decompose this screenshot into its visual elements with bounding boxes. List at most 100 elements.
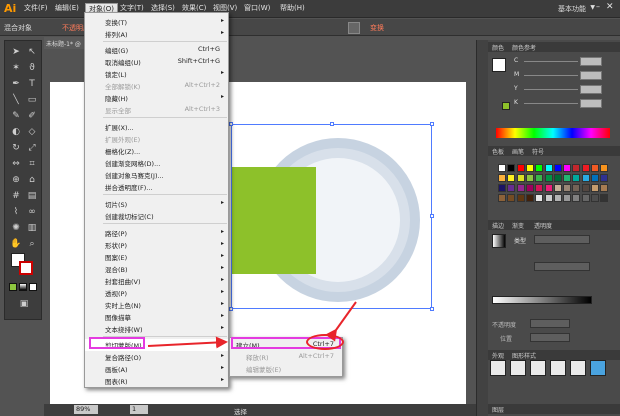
color-swatch[interactable]: [572, 184, 581, 192]
graph-tool-icon[interactable]: ▥: [25, 221, 39, 235]
menu-item-gradient-mesh[interactable]: 创建渐变网格(D)...: [85, 157, 228, 169]
graphic-style-thumb[interactable]: [530, 360, 546, 376]
menu-item-rasterize[interactable]: 栅格化(Z)...: [85, 145, 228, 157]
opacity-field[interactable]: [530, 319, 570, 328]
color-swatch[interactable]: [535, 174, 544, 182]
width-tool-icon[interactable]: ⇔: [9, 157, 23, 171]
magic-wand-tool-icon[interactable]: ✶: [9, 61, 23, 75]
menu-item-artboards[interactable]: 画板(A) ▸: [85, 363, 228, 375]
menu-file[interactable]: 文件(F): [24, 3, 48, 15]
color-swatch[interactable]: [563, 194, 572, 202]
color-swatch[interactable]: [600, 164, 609, 172]
color-swatch[interactable]: [507, 194, 516, 202]
tab-color-guide[interactable]: 颜色参考: [512, 43, 536, 52]
tab-brushes[interactable]: 画笔: [512, 147, 524, 156]
menu-edit[interactable]: 编辑(E): [55, 3, 79, 15]
tab-transparency[interactable]: 透明度: [534, 221, 552, 230]
scale-tool-icon[interactable]: ⤢: [25, 141, 39, 155]
rectangle-tool-icon[interactable]: ▭: [25, 93, 39, 107]
zoom-tool-icon[interactable]: ⌕: [25, 237, 39, 251]
color-swatch[interactable]: [591, 164, 599, 172]
color-swatch[interactable]: [600, 184, 609, 192]
transform-link[interactable]: 变换: [370, 23, 384, 33]
menu-help[interactable]: 帮助(H): [280, 3, 305, 15]
menu-item-hide[interactable]: 隐藏(H) ▸: [85, 92, 228, 104]
eyedropper-tool-icon[interactable]: ⌇: [9, 205, 23, 219]
color-swatch[interactable]: [544, 164, 553, 172]
color-swatch[interactable]: [544, 184, 553, 192]
gradient-angle-field[interactable]: [534, 262, 590, 271]
menu-item-image-trace[interactable]: 图像描摹 ▸: [85, 311, 228, 323]
gradient-mode-icon[interactable]: [19, 283, 27, 291]
type-tool-icon[interactable]: T: [25, 77, 39, 91]
menu-item-arrange[interactable]: 排列(A) ▸: [85, 28, 228, 40]
color-swatch[interactable]: [525, 184, 534, 192]
direct-selection-tool-icon[interactable]: ↖: [25, 45, 39, 59]
menu-item-trim-marks[interactable]: 创建裁切标记(C): [85, 210, 228, 222]
menu-item-expand[interactable]: 扩展(X)...: [85, 121, 228, 133]
rotate-tool-icon[interactable]: ↻: [9, 141, 23, 155]
artboard-number-field[interactable]: 1: [130, 405, 148, 414]
gradient-slider[interactable]: [492, 296, 592, 304]
menu-item-transform[interactable]: 变换(T) ▸: [85, 16, 228, 28]
color-mode-icon[interactable]: [9, 283, 17, 291]
menu-item-show-all[interactable]: 显示全部 Alt+Ctrl+3: [85, 104, 228, 116]
menu-item-lock[interactable]: 锁定(L) ▸: [85, 68, 228, 80]
shape-builder-tool-icon[interactable]: ⊕: [9, 173, 23, 187]
color-swatch[interactable]: [525, 174, 534, 182]
color-swatch[interactable]: [572, 164, 581, 172]
blend-tool-icon[interactable]: ∞: [25, 205, 39, 219]
menu-item-shape[interactable]: 形状(P) ▸: [85, 239, 228, 251]
slider-m[interactable]: M: [488, 70, 620, 80]
graphic-style-thumb[interactable]: [550, 360, 566, 376]
color-swatch[interactable]: [600, 174, 609, 182]
tab-layers[interactable]: 图层: [492, 405, 504, 414]
color-swatch[interactable]: [516, 184, 525, 192]
menu-item-expand-appearance[interactable]: 扩展外观(E): [85, 133, 228, 145]
color-swatch[interactable]: [498, 194, 506, 202]
color-swatch[interactable]: [498, 174, 506, 182]
color-swatch[interactable]: [507, 184, 516, 192]
menu-item-object-mosaic[interactable]: 创建对象马赛克(J)...: [85, 169, 228, 181]
menu-item-flatten-transparency[interactable]: 拼合透明度(F)...: [85, 181, 228, 193]
tab-color[interactable]: 颜色: [492, 43, 504, 52]
menu-item-blend[interactable]: 混合(B) ▸: [85, 263, 228, 275]
menu-item-slice[interactable]: 切片(S) ▸: [85, 198, 228, 210]
color-swatch[interactable]: [581, 164, 590, 172]
color-swatch[interactable]: [591, 194, 599, 202]
graphic-style-thumb[interactable]: [590, 360, 606, 376]
hand-tool-icon[interactable]: ✋: [9, 237, 23, 251]
menu-item-release-mask[interactable]: 释放(R) Alt+Ctrl+7: [230, 351, 342, 363]
graphic-style-thumb[interactable]: [510, 360, 526, 376]
selection-tool-icon[interactable]: ➤: [9, 45, 23, 59]
color-swatch[interactable]: [498, 184, 506, 192]
chevron-down-icon[interactable]: ▼: [590, 4, 595, 11]
tab-swatches[interactable]: 色板: [492, 147, 504, 156]
gradient-type-select[interactable]: [534, 235, 590, 244]
workspace-switcher[interactable]: 基本功能: [558, 4, 586, 14]
menu-item-group[interactable]: 编组(G) Ctrl+G: [85, 44, 228, 56]
color-swatch[interactable]: [535, 194, 544, 202]
color-swatch[interactable]: [525, 164, 534, 172]
menu-item-compound-path[interactable]: 复合路径(O) ▸: [85, 351, 228, 363]
color-swatch[interactable]: [498, 164, 506, 172]
align-icon[interactable]: [348, 22, 360, 34]
position-field[interactable]: [530, 333, 570, 342]
screen-mode-icon[interactable]: ▣: [17, 297, 31, 311]
perspective-grid-tool-icon[interactable]: ⌂: [25, 173, 39, 187]
slider-y[interactable]: Y: [488, 84, 620, 94]
color-swatch[interactable]: [553, 174, 562, 182]
color-swatch[interactable]: [581, 184, 590, 192]
graphic-style-thumb[interactable]: [490, 360, 506, 376]
tab-appearance[interactable]: 外观: [492, 351, 504, 360]
zoom-field[interactable]: 89%: [74, 405, 98, 414]
tab-graphic-styles[interactable]: 图形样式: [512, 351, 536, 360]
paintbrush-tool-icon[interactable]: ✎: [9, 109, 23, 123]
color-swatch[interactable]: [544, 174, 553, 182]
gradient-tool-icon[interactable]: ▤: [25, 189, 39, 203]
graphic-style-thumb[interactable]: [570, 360, 586, 376]
menu-item-pattern[interactable]: 图案(E) ▸: [85, 251, 228, 263]
free-transform-tool-icon[interactable]: ⌗: [25, 157, 39, 171]
menu-item-graph[interactable]: 图表(R) ▸: [85, 375, 228, 387]
color-swatch[interactable]: [507, 164, 516, 172]
